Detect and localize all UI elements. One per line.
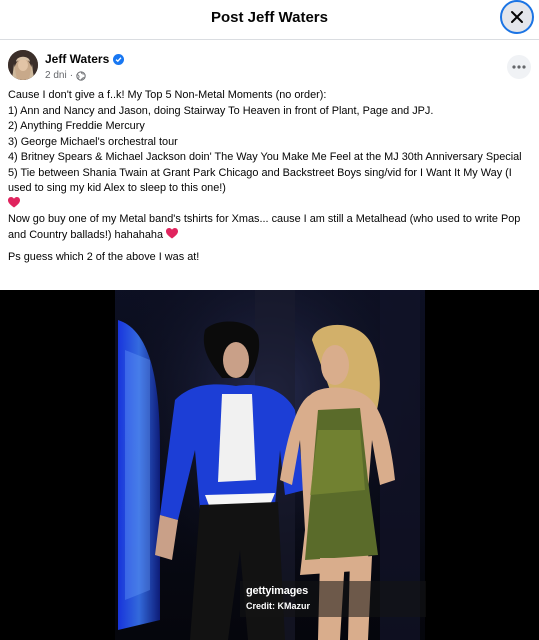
- dialog-header: Post Jeff Waters: [0, 0, 539, 40]
- dialog-title: Post Jeff Waters: [211, 9, 328, 26]
- getty-watermark: gettyimages Credit: KMazur: [240, 581, 426, 617]
- avatar[interactable]: [8, 50, 38, 80]
- post-paragraph-text: Now go buy one of my Metal band's tshirt…: [8, 213, 521, 241]
- post-time[interactable]: 2 dni: [45, 70, 67, 81]
- post-photo[interactable]: gettyimages Credit: KMazur: [0, 290, 539, 640]
- close-button[interactable]: [500, 0, 534, 34]
- more-options-button[interactable]: [507, 55, 531, 79]
- post-meta: 2 dni ·: [45, 70, 86, 81]
- close-icon: [511, 11, 523, 23]
- post-line: 4) Britney Spears & Michael Jackson doin…: [8, 151, 522, 163]
- heart-emoji-icon: [8, 196, 20, 207]
- author-name[interactable]: Jeff Waters: [45, 52, 109, 66]
- heart-emoji-icon: [166, 227, 179, 238]
- post-line: Cause I don't give a f..k! My Top 5 Non-…: [8, 89, 327, 101]
- heart-line: [8, 196, 533, 213]
- post-line: 5) Tie between Shania Twain at Grant Par…: [8, 166, 512, 195]
- globe-icon: [76, 70, 86, 81]
- post-paragraph: Ps guess which 2 of the above I was at!: [8, 251, 200, 263]
- post-text: Cause I don't give a f..k! My Top 5 Non-…: [8, 88, 533, 266]
- more-options-icon: [512, 65, 526, 69]
- post-line: 1) Ann and Nancy and Jason, doing Stairw…: [8, 104, 434, 117]
- post-header: Jeff Waters 2 dni ·: [0, 44, 539, 90]
- photo-credit: Credit: KMazur: [246, 601, 311, 611]
- post-line: 3) George Michael's orchestral tour: [8, 135, 178, 148]
- post-line: 2) Anything Freddie Mercury: [8, 120, 145, 132]
- getty-logo: gettyimages: [246, 585, 308, 597]
- post-paragraph: Now go buy one of my Metal band's tshirt…: [8, 212, 533, 243]
- author-line: Jeff Waters: [45, 52, 125, 66]
- verified-badge-icon: [113, 53, 125, 65]
- meta-separator: ·: [69, 70, 74, 81]
